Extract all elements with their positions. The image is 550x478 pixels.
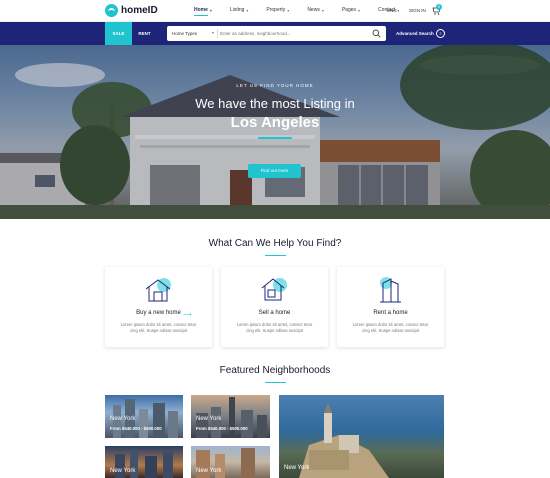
tab-rent[interactable]: RENT xyxy=(132,22,157,45)
section-underline xyxy=(265,255,286,256)
card-title: Sell a home xyxy=(258,310,291,316)
neighborhood-card[interactable]: New York xyxy=(105,446,183,478)
neighborhood-card[interactable]: New York From $540.000 - $500.000 xyxy=(105,395,183,438)
chevron-down-icon: ▾ xyxy=(209,7,212,13)
chevron-down-icon: ▾ xyxy=(321,7,324,13)
active-nav-indicator xyxy=(194,15,208,16)
divider xyxy=(217,29,218,38)
hero-title: We have the most Listing in xyxy=(195,96,355,111)
chevron-down-icon: ▾ xyxy=(212,30,215,35)
neighborhood-card[interactable]: New York From $540.000 - $500.000 xyxy=(191,395,270,438)
language-selector[interactable]: ENG xyxy=(387,8,397,13)
neighborhood-name: New York xyxy=(110,468,136,474)
chevron-down-icon: ▾ xyxy=(246,7,249,13)
hero-eyebrow: LET US FIND YOUR HOME xyxy=(236,83,314,88)
nav-home[interactable]: Home ▾ xyxy=(194,7,212,13)
find-out-more-button[interactable]: Find out more xyxy=(248,164,301,178)
hero-overlay xyxy=(0,45,550,219)
section-underline xyxy=(265,382,286,383)
nav-listing[interactable]: Listing ▾ xyxy=(230,7,248,13)
card-text: Lorem ipsum dolor sit amet, consec tetur… xyxy=(120,322,197,333)
help-section-title: What Can We Help You Find? xyxy=(208,238,342,249)
chevron-down-icon: ▾ xyxy=(397,7,400,13)
logo[interactable]: homeID xyxy=(105,4,158,17)
home-types-select[interactable]: Home Types xyxy=(172,31,197,36)
neighborhood-price: From $540.000 - $500.000 xyxy=(110,426,162,431)
hero-underline xyxy=(258,137,292,139)
neighborhood-name: New York xyxy=(284,465,310,471)
hero-city: Los Angeles xyxy=(230,114,320,131)
neighborhood-name: New York xyxy=(196,468,222,474)
neighborhood-card[interactable]: New York xyxy=(191,446,270,478)
neighborhood-price: From $540.000 - $500.000 xyxy=(196,426,248,431)
signin-link[interactable]: SIGN IN xyxy=(409,8,426,13)
buy-home-card[interactable]: Buy a new home ⟶ Lorem ipsum dolor sit a… xyxy=(105,267,212,347)
card-text: Lorem ipsum dolor sit amet, consec tetur… xyxy=(236,322,313,333)
nav-pages[interactable]: Pages ▾ xyxy=(342,7,360,13)
sell-home-card[interactable]: Sell a home Lorem ipsum dolor sit amet, … xyxy=(221,267,328,347)
search-input[interactable] xyxy=(220,29,365,38)
card-title: Buy a new home xyxy=(136,310,181,316)
sliders-icon[interactable]: ≡ xyxy=(436,29,445,38)
nav-news[interactable]: News ▾ xyxy=(307,7,324,13)
logo-icon xyxy=(105,4,118,17)
arrow-right-icon: ⟶ xyxy=(183,312,192,318)
top-navbar: homeID Home ▾ Listing ▾ Property ▾ News ▾ Pa… xyxy=(0,0,550,22)
main-menu: Home ▾ Listing ▾ Property ▾ News ▾ Pages ▾ Co… xyxy=(194,7,417,13)
chevron-down-icon: ▾ xyxy=(287,7,290,13)
logo-text: homeID xyxy=(121,5,158,16)
search-bar: SALE RENT Home Types ▾ Advanced Search ≡ xyxy=(0,22,550,45)
hero-banner: LET US FIND YOUR HOME We have the most L… xyxy=(0,45,550,219)
nav-property[interactable]: Property ▾ xyxy=(266,7,289,13)
rent-home-card[interactable]: Rent a home Lorem ipsum dolor sit amet, … xyxy=(337,267,444,347)
building-icon xyxy=(380,277,401,303)
search-box: Home Types ▾ xyxy=(167,26,386,41)
card-text: Lorem ipsum dolor sit amet, consec tetur… xyxy=(352,322,429,333)
card-title: Rent a home xyxy=(373,310,408,316)
tab-sale[interactable]: SALE xyxy=(105,22,132,45)
featured-section-title: Featured Neighborhoods xyxy=(219,365,331,376)
cart-count-badge: 0 xyxy=(436,4,442,10)
house-icon xyxy=(145,278,171,302)
neighborhood-name: New York xyxy=(110,416,136,422)
chevron-down-icon: ▾ xyxy=(358,7,361,13)
advanced-search-link[interactable]: Advanced Search xyxy=(396,31,434,36)
search-icon[interactable] xyxy=(372,29,381,38)
house-sale-icon xyxy=(261,278,287,301)
neighborhood-card-large[interactable]: New York xyxy=(279,395,444,478)
neighborhood-name: New York xyxy=(196,416,222,422)
